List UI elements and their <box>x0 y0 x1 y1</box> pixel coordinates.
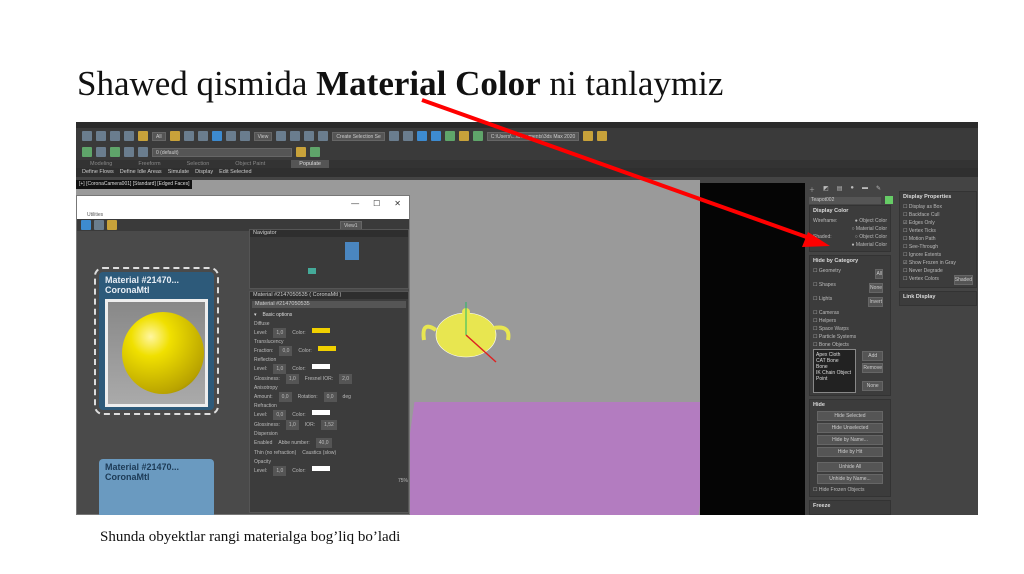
arrow-line <box>421 98 816 242</box>
slide-caption: Shunda obyektlar rangi materialga bog’li… <box>100 529 401 545</box>
arrow-head <box>802 232 830 247</box>
annotation-arrow <box>421 98 830 247</box>
